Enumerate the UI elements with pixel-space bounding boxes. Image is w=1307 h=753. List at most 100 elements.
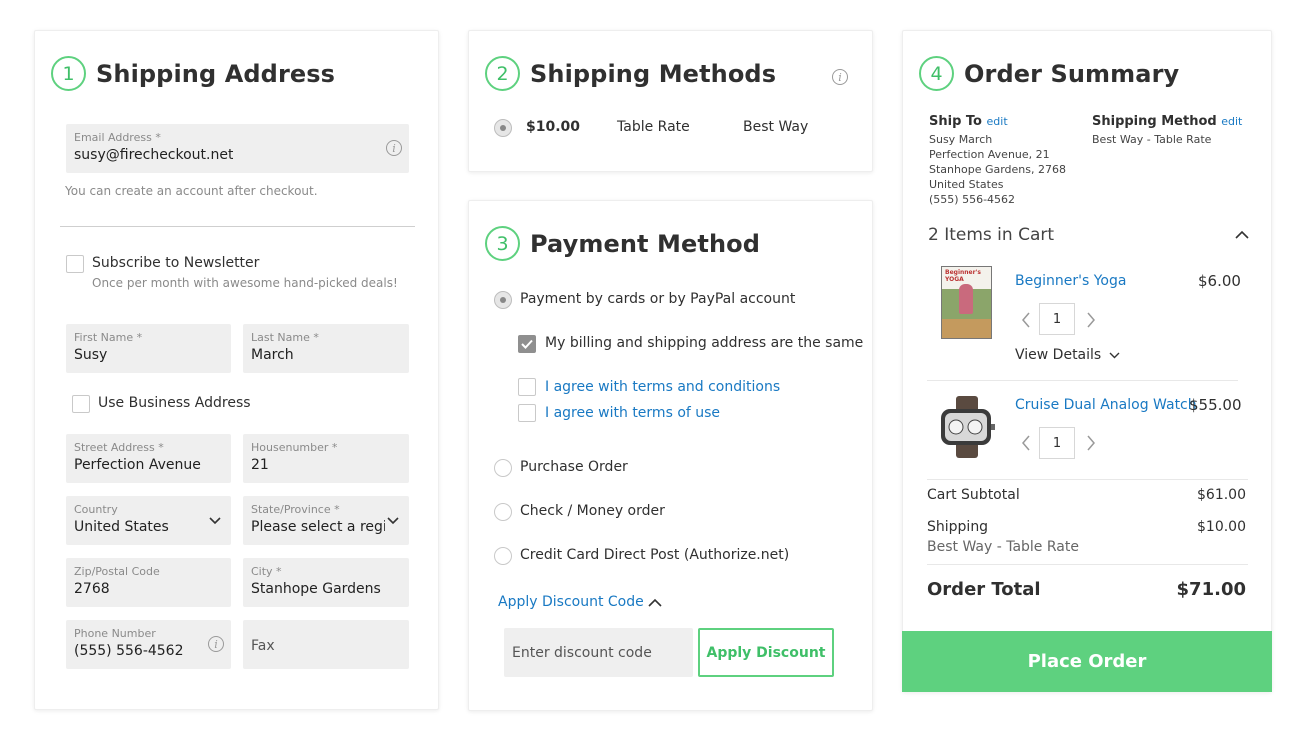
- check-money-order-label: Check / Money order: [520, 503, 665, 519]
- shipping-method-name: Best Way: [743, 119, 809, 135]
- yoga-cover-title: Beginner's YOGA: [945, 269, 981, 283]
- order-total-divider: [927, 564, 1248, 565]
- shipping-rate-radio[interactable]: [494, 119, 512, 137]
- account-note: You can create an account after checkout…: [65, 184, 318, 198]
- shipping-total-value: $10.00: [1197, 519, 1246, 535]
- chevron-down-icon: [1109, 352, 1120, 358]
- payment-cards-label: Payment by cards or by PayPal account: [520, 291, 796, 307]
- shipping-total-label: Shipping: [927, 519, 989, 535]
- payment-method-card: 3 Payment Method Payment by cards or by …: [468, 200, 873, 711]
- city-label: City *: [251, 565, 282, 578]
- item-price-yoga: $6.00: [1198, 272, 1241, 290]
- chevron-down-icon: [209, 517, 221, 525]
- chevron-up-icon[interactable]: [648, 598, 662, 607]
- phone-value: (555) 556-4562: [74, 643, 184, 659]
- ship-to-country: United States: [929, 178, 1004, 191]
- place-order-button[interactable]: Place Order: [902, 631, 1272, 692]
- step-number: 1: [51, 56, 86, 91]
- section-title: Payment Method: [530, 229, 761, 258]
- divider: [60, 226, 415, 227]
- chevron-down-icon: [387, 517, 399, 525]
- last-name-field[interactable]: Last Name * March: [243, 324, 409, 373]
- housenumber-label: Housenumber *: [251, 441, 338, 454]
- country-select[interactable]: Country United States: [66, 496, 231, 545]
- view-details-toggle[interactable]: View Details: [1015, 347, 1120, 363]
- payment-method-heading: 3 Payment Method: [485, 226, 760, 261]
- country-value: United States: [74, 519, 169, 535]
- chevron-up-icon[interactable]: [1235, 230, 1249, 239]
- ship-to-name: Susy March: [929, 133, 993, 146]
- business-address-checkbox[interactable]: [72, 395, 90, 413]
- cart-subtotal-value: $61.00: [1197, 487, 1246, 503]
- shipping-method-label: Shipping Method: [1092, 114, 1217, 129]
- ship-to-edit-link[interactable]: edit: [987, 115, 1008, 128]
- qty-input-watch[interactable]: 1: [1039, 427, 1075, 459]
- city-value: Stanhope Gardens: [251, 581, 381, 597]
- zip-field[interactable]: Zip/Postal Code 2768: [66, 558, 231, 607]
- city-field[interactable]: City * Stanhope Gardens: [243, 558, 409, 607]
- first-name-field[interactable]: First Name * Susy: [66, 324, 231, 373]
- newsletter-note: Once per month with awesome hand-picked …: [92, 276, 398, 290]
- payment-cards-radio[interactable]: [494, 291, 512, 309]
- phone-field[interactable]: Phone Number (555) 556-4562 i: [66, 620, 231, 669]
- discount-code-input[interactable]: Enter discount code: [504, 628, 693, 677]
- housenumber-field[interactable]: Housenumber * 21: [243, 434, 409, 483]
- newsletter-checkbox[interactable]: [66, 255, 84, 273]
- item-name-yoga[interactable]: Beginner's Yoga: [1015, 273, 1126, 289]
- street-address-field[interactable]: Street Address * Perfection Avenue: [66, 434, 231, 483]
- credit-card-label: Credit Card Direct Post (Authorize.net): [520, 547, 790, 563]
- same-address-checkbox[interactable]: [518, 335, 536, 353]
- info-icon[interactable]: i: [208, 636, 224, 652]
- apply-discount-button[interactable]: Apply Discount: [698, 628, 834, 677]
- shipping-method-value: Best Way - Table Rate: [1092, 133, 1212, 146]
- terms-conditions-link[interactable]: I agree with terms and conditions: [545, 379, 780, 395]
- item-name-watch[interactable]: Cruise Dual Analog Watch: [1015, 397, 1197, 413]
- newsletter-label: Subscribe to Newsletter: [92, 255, 260, 271]
- chevron-left-icon[interactable]: [1021, 312, 1031, 328]
- items-in-cart-toggle[interactable]: 2 Items in Cart: [928, 225, 1054, 245]
- section-title: Shipping Methods: [530, 59, 777, 88]
- qty-input-yoga[interactable]: 1: [1039, 303, 1075, 335]
- email-value: susy@firecheckout.net: [74, 147, 234, 163]
- section-title: Order Summary: [964, 59, 1180, 88]
- section-title: Shipping Address: [96, 59, 336, 88]
- street-label: Street Address *: [74, 441, 164, 454]
- yoga-dvd-thumbnail: Beginner's YOGA: [941, 266, 992, 339]
- credit-card-radio[interactable]: [494, 547, 512, 565]
- street-value: Perfection Avenue: [74, 457, 201, 473]
- terms-use-link[interactable]: I agree with terms of use: [545, 405, 720, 421]
- shipping-total-sub: Best Way - Table Rate: [927, 539, 1079, 555]
- terms-conditions-checkbox[interactable]: [518, 378, 536, 396]
- ship-to-phone[interactable]: (555) 556-4562: [929, 192, 1066, 207]
- order-total-value: $71.00: [1176, 579, 1246, 600]
- apply-discount-toggle[interactable]: Apply Discount Code: [498, 594, 644, 610]
- email-field[interactable]: Email Address * susy@firecheckout.net i: [66, 124, 409, 173]
- phone-label: Phone Number: [74, 627, 156, 640]
- info-icon[interactable]: i: [832, 69, 848, 85]
- step-number: 2: [485, 56, 520, 91]
- ship-to-city: Stanhope Gardens, 2768: [929, 163, 1066, 176]
- step-number: 4: [919, 56, 954, 91]
- country-label: Country: [74, 503, 118, 516]
- purchase-order-radio[interactable]: [494, 459, 512, 477]
- email-label: Email Address *: [74, 131, 161, 144]
- zip-value: 2768: [74, 581, 110, 597]
- shipping-methods-card: 2 Shipping Methods i $10.00 Table Rate B…: [468, 30, 873, 172]
- totals-divider: [927, 479, 1248, 480]
- chevron-left-icon[interactable]: [1021, 435, 1031, 451]
- state-select[interactable]: State/Province * Please select a region: [243, 496, 409, 545]
- discount-placeholder: Enter discount code: [512, 645, 652, 661]
- last-name-value: March: [251, 347, 294, 363]
- fax-field[interactable]: Fax: [243, 620, 409, 669]
- check-money-order-radio[interactable]: [494, 503, 512, 521]
- ship-to-block: Ship To edit Susy March Perfection Avenu…: [929, 114, 1066, 207]
- ship-to-label: Ship To: [929, 114, 982, 129]
- shipping-method-edit-link[interactable]: edit: [1221, 115, 1242, 128]
- last-name-label: Last Name *: [251, 331, 319, 344]
- chevron-right-icon[interactable]: [1086, 435, 1096, 451]
- info-icon[interactable]: i: [386, 140, 402, 156]
- terms-use-checkbox[interactable]: [518, 404, 536, 422]
- zip-label: Zip/Postal Code: [74, 565, 160, 578]
- chevron-right-icon[interactable]: [1086, 312, 1096, 328]
- view-details-label: View Details: [1015, 347, 1102, 363]
